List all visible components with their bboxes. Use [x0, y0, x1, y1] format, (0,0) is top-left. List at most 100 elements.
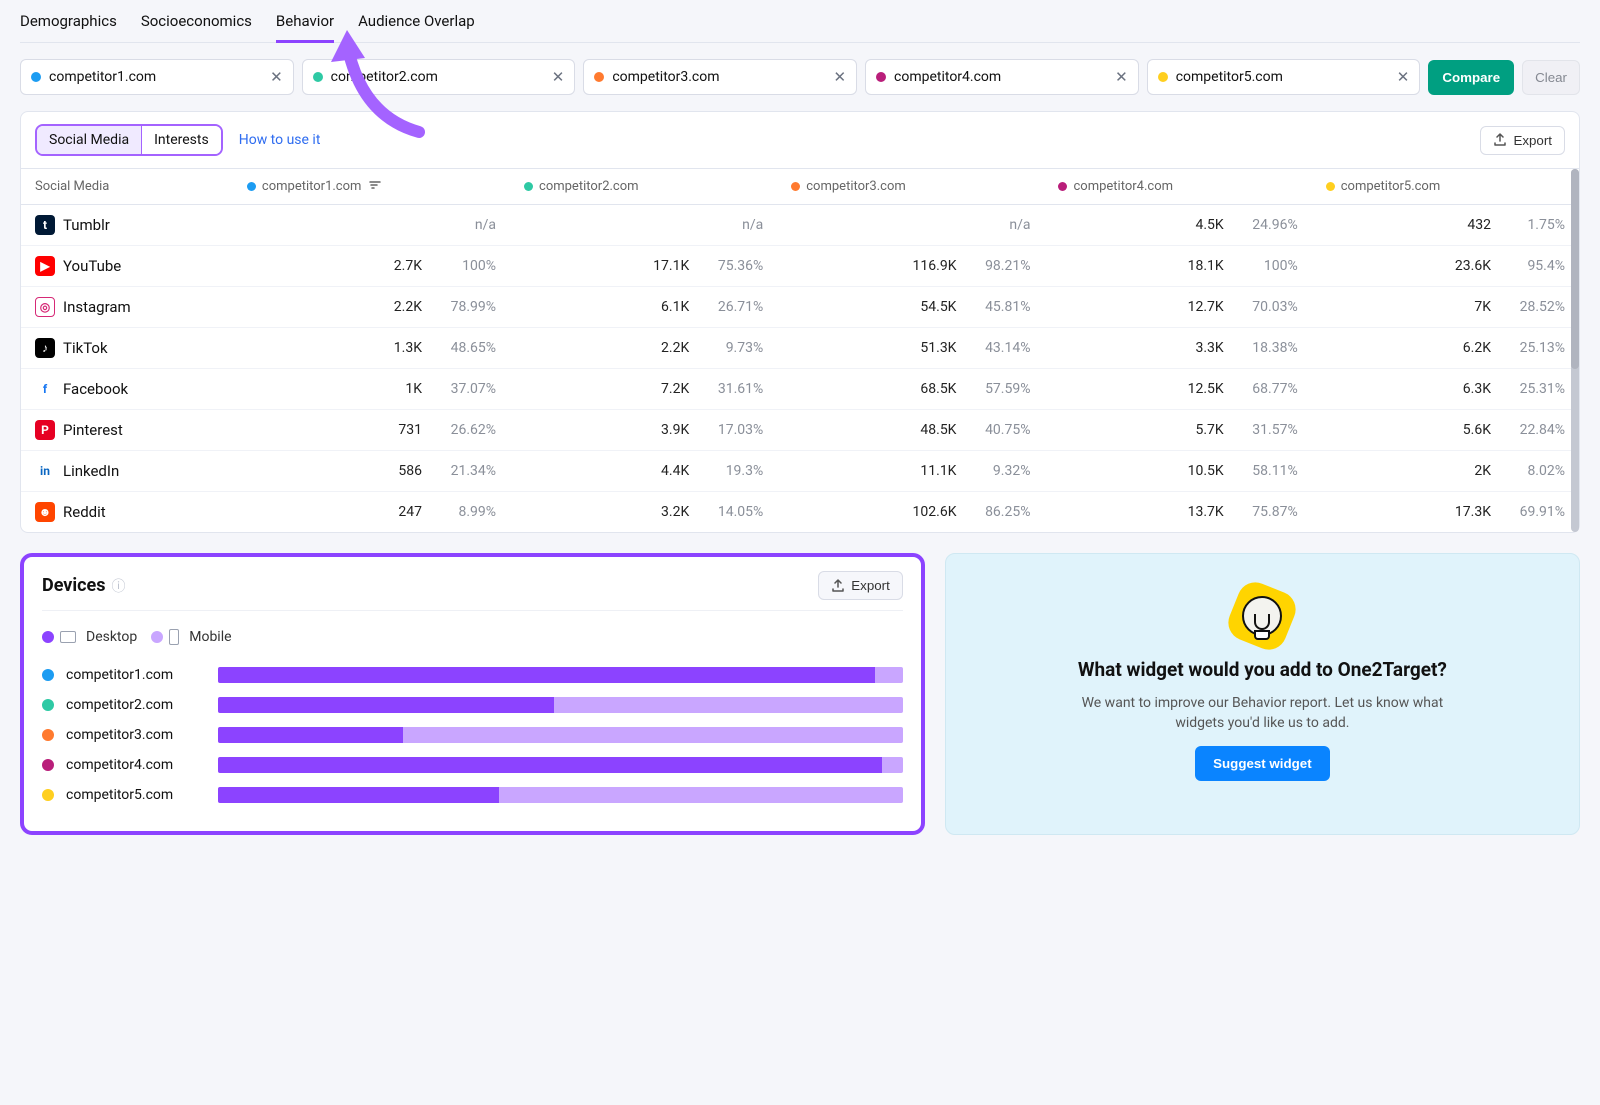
close-icon[interactable]: ✕ [552, 68, 565, 86]
upload-icon [831, 579, 845, 593]
upload-icon [1493, 133, 1507, 147]
seg-interests[interactable]: Interests [142, 126, 221, 154]
platform-name: Facebook [63, 380, 128, 398]
segmented-control: Social Media Interests [35, 124, 223, 156]
dot-icon [42, 669, 54, 681]
table-cell: 2478.99% [233, 492, 510, 533]
clear-button[interactable]: Clear [1522, 60, 1580, 95]
dot-icon [31, 72, 41, 82]
tumblr-icon: t [35, 215, 55, 235]
platform-name: Pinterest [63, 421, 123, 439]
col-competitor1[interactable]: competitor1.com [233, 169, 510, 205]
platform-name: YouTube [63, 257, 121, 275]
suggest-widget-button[interactable]: Suggest widget [1195, 746, 1329, 781]
table-cell: 1K37.07% [233, 369, 510, 410]
instagram-icon: ◎ [35, 297, 55, 317]
scrollbar[interactable] [1571, 169, 1579, 532]
legend-desktop: Desktop [42, 629, 137, 645]
competitor-chip-3[interactable]: competitor3.com ✕ [583, 59, 857, 95]
table-cell: 1.3K48.65% [233, 328, 510, 369]
tab-audience-overlap[interactable]: Audience Overlap [358, 12, 475, 42]
dot-icon [42, 729, 54, 741]
table-cell: 5.7K31.57% [1044, 410, 1311, 451]
chip-label: competitor3.com [612, 69, 825, 85]
table-row: ♪TikTok1.3K48.65%2.2K9.73%51.3K43.14%3.3… [21, 328, 1579, 369]
table-cell: 23.6K95.4% [1312, 246, 1579, 287]
col-platform[interactable]: Social Media [21, 169, 233, 205]
col-competitor3[interactable]: competitor3.com [777, 169, 1044, 205]
competitor-name: competitor4.com [66, 757, 206, 773]
table-cell: 54.5K45.81% [777, 287, 1044, 328]
table-cell: 48.5K40.75% [777, 410, 1044, 451]
device-row: competitor1.com [42, 667, 903, 683]
compare-button[interactable]: Compare [1428, 60, 1514, 95]
competitor-name: competitor2.com [66, 697, 206, 713]
mobile-icon [169, 629, 179, 645]
dot-icon [42, 759, 54, 771]
promo-panel: What widget would you add to One2Target?… [945, 553, 1580, 835]
table-cell: 11.1K9.32% [777, 451, 1044, 492]
competitor-chip-2[interactable]: competitor2.com ✕ [302, 59, 576, 95]
seg-social-media[interactable]: Social Media [37, 126, 141, 154]
table-cell: 4321.75% [1312, 205, 1579, 246]
table-cell: 3.2K14.05% [510, 492, 777, 533]
close-icon[interactable]: ✕ [833, 68, 846, 86]
competitor-name: competitor5.com [66, 787, 206, 803]
table-cell: 2.2K78.99% [233, 287, 510, 328]
pinterest-icon: P [35, 420, 55, 440]
table-row: PPinterest73126.62%3.9K17.03%48.5K40.75%… [21, 410, 1579, 451]
chip-label: competitor2.com [331, 69, 544, 85]
chip-label: competitor4.com [894, 69, 1107, 85]
table-row: fFacebook1K37.07%7.2K31.61%68.5K57.59%12… [21, 369, 1579, 410]
tab-socioeconomics[interactable]: Socioeconomics [141, 12, 252, 42]
table-row: ☻Reddit2478.99%3.2K14.05%102.6K86.25%13.… [21, 492, 1579, 533]
device-row: competitor5.com [42, 787, 903, 803]
social-media-table: Social Media competitor1.com competitor2… [21, 169, 1579, 532]
dot-icon [313, 72, 323, 82]
table-row: ◎Instagram2.2K78.99%6.1K26.71%54.5K45.81… [21, 287, 1579, 328]
table-cell: 3.9K17.03% [510, 410, 777, 451]
platform-name: LinkedIn [63, 462, 119, 480]
competitor-chip-5[interactable]: competitor5.com ✕ [1147, 59, 1421, 95]
tab-demographics[interactable]: Demographics [20, 12, 117, 42]
linkedin-icon: in [35, 461, 55, 481]
promo-body: We want to improve our Behavior report. … [1062, 693, 1462, 734]
how-to-use-link[interactable]: How to use it [239, 132, 321, 148]
table-cell: 5.6K22.84% [1312, 410, 1579, 451]
table-row: ▶YouTube2.7K100%17.1K75.36%116.9K98.21%1… [21, 246, 1579, 287]
dot-icon [1158, 72, 1168, 82]
table-cell: 18.1K100% [1044, 246, 1311, 287]
close-icon[interactable]: ✕ [1397, 68, 1410, 86]
device-bar [218, 697, 903, 713]
devices-panel: Devices ⓘ Export Desktop Mobile [20, 553, 925, 835]
export-label: Export [1513, 133, 1552, 148]
export-button[interactable]: Export [1480, 126, 1565, 155]
col-competitor4[interactable]: competitor4.com [1044, 169, 1311, 205]
table-cell: 12.5K68.77% [1044, 369, 1311, 410]
info-icon[interactable]: ⓘ [112, 576, 126, 596]
competitor-name: competitor3.com [66, 727, 206, 743]
table-cell: n/a [777, 205, 1044, 246]
competitor-filter-row: competitor1.com ✕ competitor2.com ✕ comp… [20, 59, 1580, 95]
export-label: Export [851, 578, 890, 593]
table-cell: 58621.34% [233, 451, 510, 492]
devices-export-button[interactable]: Export [818, 571, 903, 600]
col-competitor5[interactable]: competitor5.com [1312, 169, 1579, 205]
sort-desc-icon [369, 179, 381, 194]
panel-header: Social Media Interests How to use it Exp… [21, 112, 1579, 169]
table-cell: 7.2K31.61% [510, 369, 777, 410]
competitor-chip-4[interactable]: competitor4.com ✕ [865, 59, 1139, 95]
close-icon[interactable]: ✕ [1115, 68, 1128, 86]
platform-name: Instagram [63, 298, 131, 316]
close-icon[interactable]: ✕ [270, 68, 283, 86]
table-cell: 68.5K57.59% [777, 369, 1044, 410]
competitor-chip-1[interactable]: competitor1.com ✕ [20, 59, 294, 95]
tab-behavior[interactable]: Behavior [276, 12, 334, 43]
desktop-icon [60, 631, 76, 643]
dot-icon [594, 72, 604, 82]
device-bar [218, 757, 903, 773]
competitor-name: competitor1.com [66, 667, 206, 683]
dot-icon [876, 72, 886, 82]
nav-tabs: Demographics Socioeconomics Behavior Aud… [20, 0, 1580, 43]
col-competitor2[interactable]: competitor2.com [510, 169, 777, 205]
